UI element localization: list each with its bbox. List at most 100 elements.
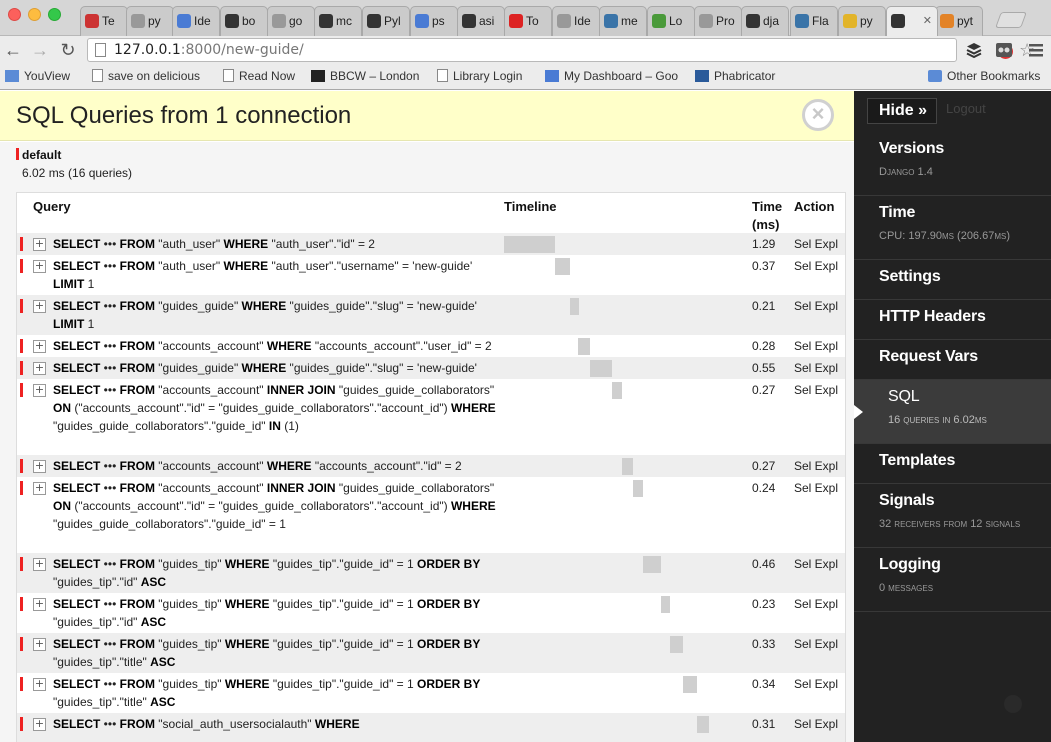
sidebar-item-settings[interactable]: Settings xyxy=(854,260,1051,300)
window-zoom-button[interactable] xyxy=(48,8,61,21)
bookmark-item[interactable]: Read Now xyxy=(223,69,295,83)
bookmark-item[interactable]: My Dashboard – Goo xyxy=(545,69,678,83)
bookmark-item[interactable]: Phabricator xyxy=(695,69,775,83)
new-tab-button[interactable] xyxy=(995,12,1027,28)
expand-query-button[interactable]: + xyxy=(33,238,46,251)
query-actions[interactable]: Sel Expl xyxy=(794,257,838,275)
other-bookmarks[interactable]: Other Bookmarks xyxy=(928,69,1040,83)
query-actions[interactable]: Sel Expl xyxy=(794,715,838,733)
browser-tab[interactable]: Te xyxy=(80,6,128,36)
expand-query-button[interactable]: + xyxy=(33,362,46,375)
sidebar-item-request-vars[interactable]: Request Vars xyxy=(854,340,1051,380)
browser-tab[interactable]: asi xyxy=(457,6,505,36)
expand-query-button[interactable]: + xyxy=(33,384,46,397)
browser-tab[interactable]: py xyxy=(126,6,174,36)
table-row: + SELECT ••• FROM "accounts_account" WHER… xyxy=(17,455,845,477)
browser-tab[interactable]: bo xyxy=(220,6,268,36)
query-actions[interactable]: Sel Expl xyxy=(794,635,838,653)
expand-query-button[interactable]: + xyxy=(33,558,46,571)
sidebar-item-title: Logging xyxy=(879,556,941,573)
browser-tab[interactable]: Pro xyxy=(694,6,742,36)
window-close-button[interactable] xyxy=(8,8,21,21)
query-actions[interactable]: Sel Expl xyxy=(794,381,838,399)
connection-color-marker xyxy=(20,717,23,731)
page-icon xyxy=(223,69,234,82)
query-actions[interactable]: Sel Expl xyxy=(794,359,838,377)
stackoverflow-icon xyxy=(940,14,954,28)
address-bar[interactable]: 127.0.0.1:8000/new-guide/ ABP ☆ xyxy=(87,38,1035,62)
sidebar-item-versions[interactable]: Versions Django 1.4 xyxy=(854,132,1051,196)
connection-color-marker xyxy=(20,299,23,313)
close-tab-icon[interactable]: ✕ xyxy=(923,14,932,27)
sidebar-item-templates[interactable]: Templates xyxy=(854,444,1051,484)
browser-tab[interactable]: go xyxy=(267,6,315,36)
browser-tab[interactable]: To xyxy=(504,6,552,36)
browser-tab[interactable]: mc xyxy=(314,6,362,36)
url-host: 127.0.0.1 xyxy=(114,42,181,58)
sidebar-item-signals[interactable]: Signals 32 receivers from 12 signals xyxy=(854,484,1051,548)
browser-tab[interactable]: py xyxy=(838,6,886,36)
extension-icon[interactable] xyxy=(995,41,1013,59)
sidebar-item-logging[interactable]: Logging 0 messages xyxy=(854,548,1051,612)
query-sql: SELECT ••• FROM "social_auth_usersociala… xyxy=(53,717,360,731)
bookmark-label: save on delicious xyxy=(108,69,201,83)
bookmark-label: Read Now xyxy=(239,69,296,83)
expand-query-button[interactable]: + xyxy=(33,638,46,651)
connection-color-marker xyxy=(20,459,23,473)
query-actions[interactable]: Sel Expl xyxy=(794,297,838,315)
timeline-bar xyxy=(622,458,634,475)
query-actions[interactable]: Sel Expl xyxy=(794,457,838,475)
debug-toolbar-sidebar: Hide » Logout Versions Django 1.4 Time CPU:… xyxy=(854,91,1051,742)
query-time: 0.28 xyxy=(752,339,776,353)
ddt-icon xyxy=(891,14,905,28)
hide-toolbar-button[interactable]: Hide » xyxy=(867,98,937,124)
reload-icon[interactable]: ↻ xyxy=(57,39,79,61)
tab-label: Pyl xyxy=(384,14,401,28)
forward-arrow-icon[interactable]: → xyxy=(29,39,51,61)
browser-toolbar: ← → ↻ 127.0.0.1:8000/new-guide/ ABP ☆ xyxy=(0,36,1051,64)
browser-tab[interactable]: Fla xyxy=(790,6,838,36)
back-arrow-icon[interactable]: ← xyxy=(2,39,24,61)
tab-label: Te xyxy=(102,14,115,28)
query-actions[interactable]: Sel Expl xyxy=(794,235,838,253)
toolbar-logo-icon xyxy=(1004,695,1022,713)
browser-tab[interactable]: Ide xyxy=(552,6,600,36)
browser-tab[interactable]: Pyl xyxy=(362,6,410,36)
buffer-extension-icon[interactable] xyxy=(965,41,983,59)
browser-tab[interactable]: Lo xyxy=(647,6,695,36)
browser-tab[interactable]: dja xyxy=(741,6,789,36)
browser-tab[interactable]: ✕ xyxy=(886,6,938,36)
query-actions[interactable]: Sel Expl xyxy=(794,337,838,355)
query-actions[interactable]: Sel Expl xyxy=(794,479,838,497)
expand-query-button[interactable]: + xyxy=(33,718,46,731)
expand-query-button[interactable]: + xyxy=(33,460,46,473)
query-actions[interactable]: Sel Expl xyxy=(794,555,838,573)
query-actions[interactable]: Sel Expl xyxy=(794,595,838,613)
browser-tab[interactable]: me xyxy=(599,6,647,36)
bookmark-item[interactable]: Library Login xyxy=(437,69,522,83)
expand-query-button[interactable]: + xyxy=(33,340,46,353)
logout-link[interactable]: Logout xyxy=(946,101,986,116)
browser-tab[interactable]: Ide xyxy=(172,6,220,36)
sidebar-item-http-headers[interactable]: HTTP Headers xyxy=(854,300,1051,340)
bookmark-item[interactable]: save on delicious xyxy=(92,69,200,83)
close-panel-button[interactable]: × xyxy=(802,99,834,131)
query-actions[interactable]: Sel Expl xyxy=(794,675,838,693)
expand-query-button[interactable]: + xyxy=(33,482,46,495)
sidebar-item-title: Settings xyxy=(879,268,941,285)
expand-query-button[interactable]: + xyxy=(33,678,46,691)
sidebar-item-time[interactable]: Time CPU: 197.90ms (206.67ms) xyxy=(854,196,1051,260)
query-time: 0.55 xyxy=(752,361,776,375)
menu-icon[interactable] xyxy=(1027,41,1045,59)
browser-tab[interactable]: ps xyxy=(410,6,458,36)
url-path: :8000/new-guide/ xyxy=(180,42,304,58)
bookmark-item[interactable]: BBCW – London xyxy=(311,69,419,83)
window-minimize-button[interactable] xyxy=(28,8,41,21)
expand-query-button[interactable]: + xyxy=(33,598,46,611)
browser-tab[interactable]: pyt xyxy=(935,6,983,36)
sidebar-item-sql[interactable]: SQL 16 queries in 6.02ms xyxy=(854,380,1051,444)
expand-query-button[interactable]: + xyxy=(33,300,46,313)
page-icon xyxy=(131,14,145,28)
expand-query-button[interactable]: + xyxy=(33,260,46,273)
bookmark-item[interactable]: YouView xyxy=(5,69,70,83)
